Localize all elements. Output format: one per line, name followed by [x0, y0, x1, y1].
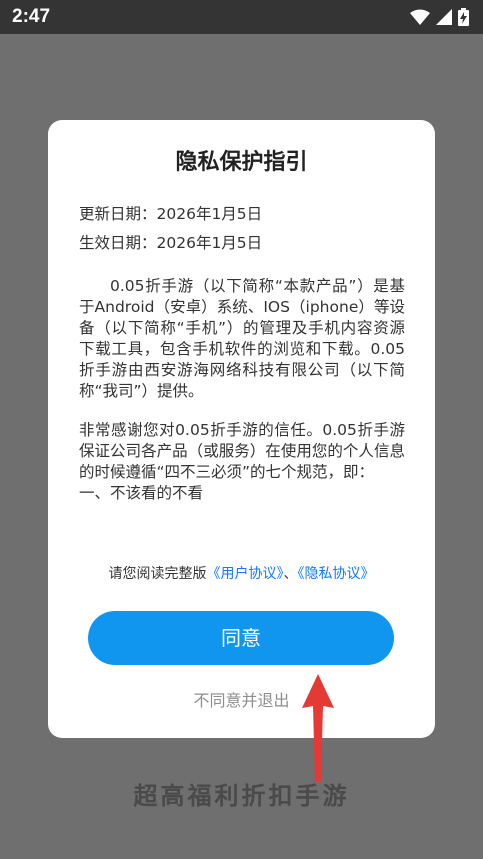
effective-date: 生效日期：2026年1月5日 [79, 234, 263, 252]
user-agreement-link[interactable]: 《用户协议》 [207, 566, 284, 582]
agree-button[interactable]: 同意 [88, 611, 394, 665]
battery-charging-icon [458, 8, 469, 26]
status-icons [410, 8, 469, 26]
policy-content-scroll[interactable]: 更新日期：2026年1月5日 生效日期：2026年1月5日 0.05折手游（以下… [79, 200, 405, 660]
dialog-title: 隐私保护指引 [175, 150, 308, 175]
links-separator: 、 [283, 566, 298, 582]
update-date: 更新日期：2026年1月5日 [79, 205, 263, 223]
rule-item: 一、不该看的不看 [79, 484, 204, 502]
agreement-links: 请您阅读完整版《用户协议》、《隐私协议》 [48, 563, 435, 583]
disagree-exit-button[interactable]: 不同意并退出 [48, 687, 435, 711]
promo-banner-text: 超高福利折扣手游 [133, 782, 350, 810]
intro-paragraph: 0.05折手游（以下简称“本款产品”）是基于Android（安卓）系统、IOS（… [79, 277, 405, 400]
status-bar: 2:47 [0, 0, 483, 34]
privacy-dialog: 隐私保护指引 更新日期：2026年1月5日 生效日期：2026年1月5日 0.0… [48, 120, 435, 738]
red-arrow-icon [302, 674, 334, 782]
signal-icon [436, 9, 452, 25]
trust-paragraph: 非常感谢您对0.05折手游的信任。0.05折手游保证公司各产品（或服务）在使用您… [79, 421, 405, 481]
wifi-icon [410, 9, 430, 25]
links-prefix: 请您阅读完整版 [108, 566, 207, 582]
privacy-agreement-link[interactable]: 《隐私协议》 [298, 566, 375, 582]
status-time: 2:47 [12, 6, 51, 27]
